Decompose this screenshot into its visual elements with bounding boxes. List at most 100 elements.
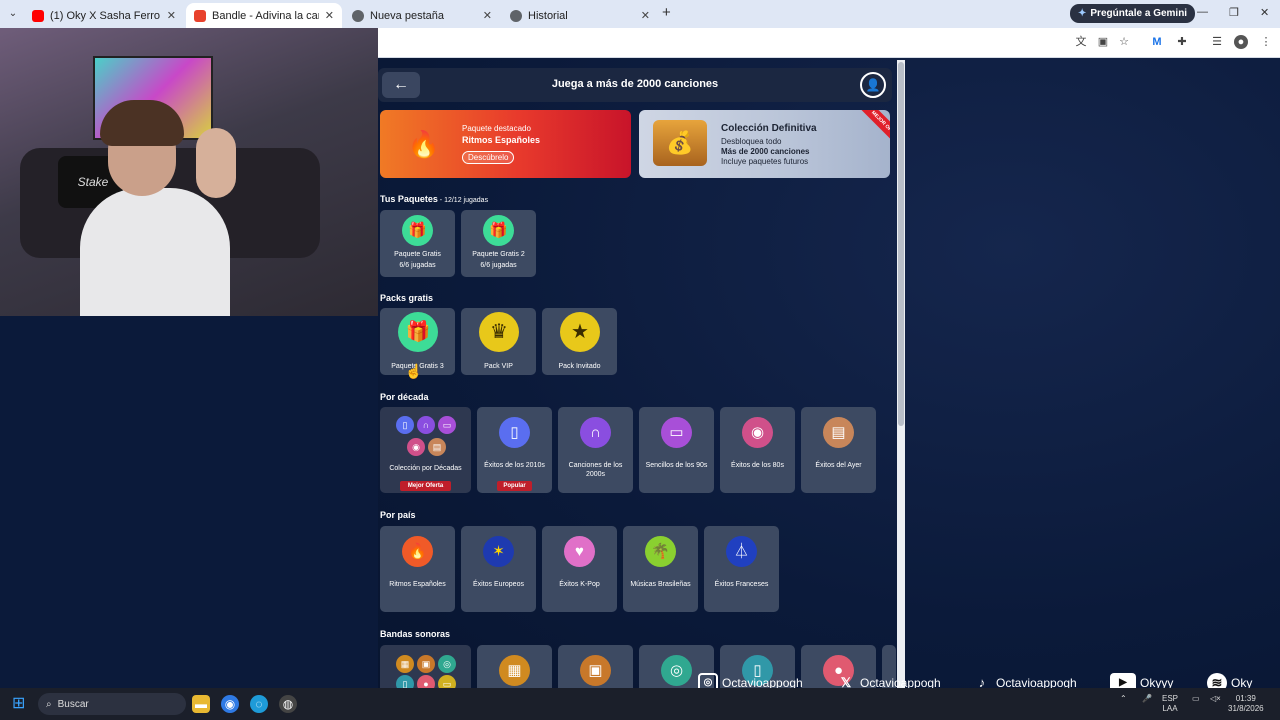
pack-card-musicas-brasilenas[interactable]: 🌴 Músicas Brasileñas bbox=[623, 526, 698, 612]
tab-bandle[interactable]: Bandle - Adivina la canción, un ✕ bbox=[186, 3, 342, 28]
volume-muted-icon[interactable]: ◁× bbox=[1210, 694, 1221, 704]
pack-plays: 6/6 jugadas bbox=[480, 262, 517, 269]
tab-history[interactable]: Historial ✕ bbox=[502, 3, 658, 28]
pack-name: Paquete Gratis 2 bbox=[472, 251, 525, 258]
pack-card-ritmos-espanoles[interactable]: 🔥 Ritmos Españoles bbox=[380, 526, 455, 612]
webcam-overlay: Stake bbox=[0, 28, 378, 316]
puzzle-icon[interactable]: ✚ bbox=[1175, 35, 1189, 49]
pack-name: Canciones de los 2000s bbox=[568, 462, 623, 478]
gift-icon: 🎁 bbox=[398, 312, 438, 352]
palm-tree-icon: 🌴 bbox=[645, 536, 676, 567]
film-icon: ▦ bbox=[396, 655, 414, 673]
close-tab-icon[interactable]: ✕ bbox=[167, 9, 176, 22]
cassette-icon: ▭ bbox=[661, 417, 692, 448]
user-account-button[interactable]: 👤 bbox=[860, 72, 886, 98]
pack-name: Paquete Gratis bbox=[394, 251, 441, 258]
edge-icon[interactable]: ◌ bbox=[250, 695, 268, 713]
pack-card-exitos-80s[interactable]: ◉ Éxitos de los 80s bbox=[720, 407, 795, 493]
history-clock-icon bbox=[510, 9, 522, 22]
vinyl-icon: ◉ bbox=[742, 417, 773, 448]
mouse-cursor-icon: ☝ bbox=[405, 363, 423, 379]
new-tab-button[interactable]: + bbox=[662, 4, 671, 21]
tv-icon: ▣ bbox=[417, 655, 435, 673]
minimize-button[interactable]: — bbox=[1197, 6, 1208, 18]
finger-heart-icon: ♥ bbox=[564, 536, 595, 567]
pack-card-pack-invitado[interactable]: ★ Pack Invitado bbox=[542, 308, 617, 375]
tab-youtube[interactable]: (1) Oky X Sasha Ferro - FANATI ✕ bbox=[24, 3, 184, 28]
cassette-icon: ▭ bbox=[438, 416, 456, 434]
chrome-favicon-icon bbox=[352, 9, 364, 22]
pack-card-sencillos-90s[interactable]: ▭ Sencillos de los 90s bbox=[639, 407, 714, 493]
tab-groups-icon[interactable]: ☰ bbox=[1210, 35, 1224, 49]
microphone-icon[interactable]: 🎤 bbox=[1142, 694, 1152, 704]
eiffel-tower-icon: ⏃ bbox=[726, 536, 757, 567]
tab-title: (1) Oky X Sasha Ferro - FANATI bbox=[50, 9, 161, 22]
ticket-icon: ▭ bbox=[438, 675, 456, 688]
tab-title: Historial bbox=[528, 9, 568, 22]
pack-card-soundtrack-tv[interactable]: ▣ bbox=[558, 645, 633, 688]
profile-icon[interactable]: ● bbox=[1234, 35, 1248, 49]
scrollbar-thumb[interactable] bbox=[898, 62, 904, 426]
pack-card-canciones-2000s[interactable]: ∩ Canciones de los 2000s bbox=[558, 407, 633, 493]
close-tab-icon[interactable]: ✕ bbox=[325, 9, 334, 22]
streamer-hair-image bbox=[100, 100, 184, 146]
pack-plays: 6/6 jugadas bbox=[399, 262, 436, 269]
maximize-button[interactable]: ❐ bbox=[1229, 6, 1239, 19]
clock-time: 01:39 bbox=[1235, 694, 1256, 703]
best-offer-ribbon: MEJOR OFERTA bbox=[857, 110, 890, 155]
youtube-favicon-icon bbox=[32, 9, 44, 22]
gemini-label: Pregúntale a Gemini bbox=[1090, 8, 1188, 19]
discover-button[interactable]: Descúbrelo bbox=[462, 151, 515, 164]
ask-gemini-button[interactable]: ✦ Pregúntale a Gemini bbox=[1070, 4, 1196, 23]
pack-card-pack-vip[interactable]: ♛ Pack VIP bbox=[461, 308, 536, 375]
search-label: Buscar bbox=[57, 698, 89, 710]
taskbar-search[interactable]: ⌕ Buscar bbox=[38, 693, 186, 715]
clock[interactable]: 01:39 31/8/2026 bbox=[1228, 694, 1264, 714]
windows-start-icon[interactable]: ⊞ bbox=[12, 696, 30, 712]
featured-pack-banner[interactable]: 🔥 Paquete destacado Ritmos Españoles Des… bbox=[380, 110, 631, 178]
extension-m-icon[interactable]: M bbox=[1150, 35, 1164, 49]
pack-name: Ritmos Españoles bbox=[389, 581, 446, 588]
collection-banner[interactable]: 💰 Colección Definitiva Desbloquea todo M… bbox=[639, 110, 890, 178]
pack-card-exitos-franceses[interactable]: ⏃ Éxitos Franceses bbox=[704, 526, 779, 612]
treasure-chest-icon: 💰 bbox=[653, 120, 707, 166]
collection-line: Incluye paquetes futuros bbox=[721, 157, 809, 166]
chrome-icon[interactable]: ◉ bbox=[221, 695, 239, 713]
pack-name: Éxitos K-Pop bbox=[559, 581, 600, 588]
tab-new-tab[interactable]: Nueva pestaña ✕ bbox=[344, 3, 500, 28]
pack-name: Músicas Brasileñas bbox=[630, 581, 691, 588]
plays-count: - 12/12 jugadas bbox=[437, 197, 489, 204]
file-explorer-icon[interactable]: ▬ bbox=[192, 695, 210, 713]
pack-card-paquete-gratis[interactable]: 🎁 Paquete Gratis 6/6 jugadas bbox=[380, 210, 455, 277]
cast-icon[interactable]: ▣ bbox=[1096, 35, 1110, 49]
menu-icon[interactable]: ⋮ bbox=[1259, 35, 1273, 49]
close-tab-icon[interactable]: ✕ bbox=[483, 9, 492, 22]
gift-icon: 🎁 bbox=[402, 215, 433, 246]
pack-card-exitos-kpop[interactable]: ♥ Éxitos K-Pop bbox=[542, 526, 617, 612]
pack-card-coleccion-por-decadas[interactable]: ▯ ∩ ▭ ◉ ▤ Colección por Décadas Mejor Of… bbox=[380, 407, 471, 493]
obs-icon[interactable]: ◍ bbox=[279, 695, 297, 713]
pack-card-exitos-europeos[interactable]: ✶ Éxitos Europeos bbox=[461, 526, 536, 612]
tray-language[interactable]: ESP LAA bbox=[1162, 694, 1178, 714]
collection-line: Desbloquea todo bbox=[721, 137, 782, 146]
close-tab-icon[interactable]: ✕ bbox=[641, 9, 650, 22]
pack-card-paquete-gratis-2[interactable]: 🎁 Paquete Gratis 2 6/6 jugadas bbox=[461, 210, 536, 277]
search-icon: ⌕ bbox=[46, 698, 52, 710]
bandle-packs-page: ← Juega a más de 2000 canciones 👤 🔥 Paqu… bbox=[378, 64, 896, 688]
page-scrollbar[interactable] bbox=[897, 60, 905, 688]
flame-icon: 🔥 bbox=[407, 129, 441, 159]
pack-card-soundtrack-film[interactable]: ▦ bbox=[477, 645, 552, 688]
pack-card-exitos-del-ayer[interactable]: ▤ Éxitos del Ayer bbox=[801, 407, 876, 493]
pack-card-soundtrack-collection[interactable]: ▦ ▣ ◎ ▯ ● ▭ bbox=[380, 645, 471, 688]
tray-chevron-icon[interactable]: ⌃ bbox=[1120, 694, 1127, 704]
pack-name: Éxitos de los 80s bbox=[731, 462, 784, 469]
close-window-button[interactable]: ✕ bbox=[1260, 6, 1269, 19]
translate-icon[interactable]: 文 bbox=[1074, 35, 1088, 49]
tab-search-chevron-icon[interactable]: ⌄ bbox=[4, 6, 22, 22]
pack-card-exitos-2010s[interactable]: ▯ Éxitos de los 2010s Popular bbox=[477, 407, 552, 493]
star-icon[interactable]: ☆ bbox=[1117, 35, 1131, 49]
network-icon[interactable]: ▭ bbox=[1192, 694, 1200, 704]
collection-line: Más de 2000 canciones bbox=[721, 147, 810, 156]
bandle-favicon-icon bbox=[194, 9, 206, 22]
collection-title: Colección Definitiva bbox=[721, 123, 817, 134]
